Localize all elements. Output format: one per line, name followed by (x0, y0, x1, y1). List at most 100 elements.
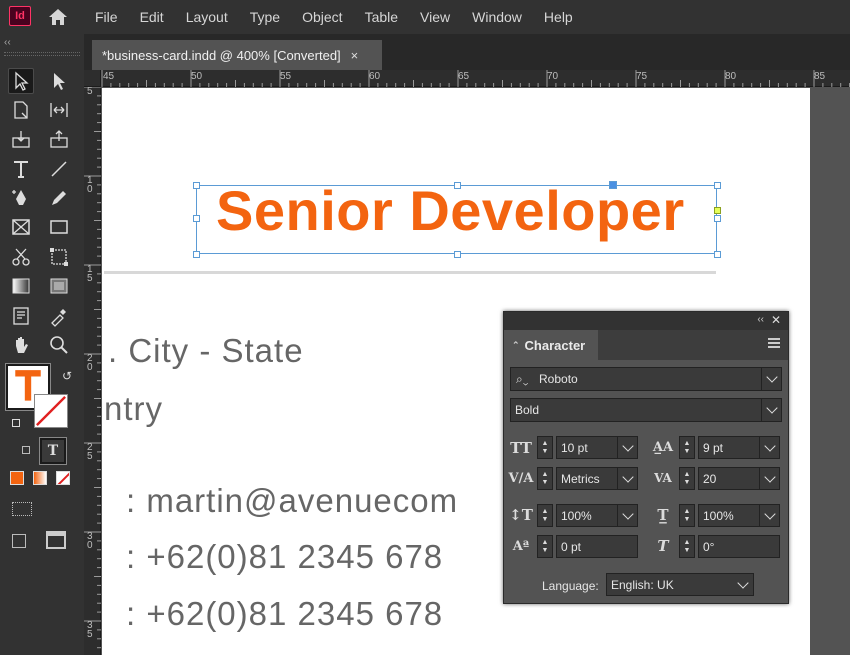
leading-stepper[interactable]: ▲ ▼ (679, 436, 695, 459)
note-tool-icon[interactable] (8, 303, 34, 329)
resize-handle[interactable] (193, 251, 200, 258)
horizontal-scale-field[interactable]: 100% (698, 504, 780, 527)
pencil-tool-icon[interactable] (46, 185, 72, 211)
chevron-down-icon[interactable] (759, 437, 779, 458)
scissors-tool-icon[interactable] (8, 244, 34, 270)
baseline-shift-stepper[interactable]: ▲ ▼ (537, 535, 553, 558)
menu-help[interactable]: Help (544, 9, 573, 25)
contact-email[interactable]: : martin@avenuecom (126, 482, 458, 520)
chevron-down-icon[interactable] (617, 505, 637, 526)
screen-mode-icon[interactable] (12, 534, 26, 548)
contact-phone-2[interactable]: : +62(0)81 2345 678 (126, 595, 443, 633)
default-fill-stroke-icon[interactable] (12, 419, 20, 427)
skew-field[interactable]: 0° (698, 535, 780, 558)
type-tool-icon[interactable] (8, 156, 34, 182)
collapse-icon[interactable]: ‹‹ (757, 314, 764, 325)
horizontal-scale-stepper[interactable]: ▲ ▼ (679, 504, 695, 527)
panel-menu-icon[interactable] (768, 338, 780, 348)
menu-object[interactable]: Object (302, 9, 342, 25)
tracking-stepper[interactable]: ▲ ▼ (679, 467, 695, 490)
vertical-scale-stepper[interactable]: ▲ ▼ (537, 504, 553, 527)
character-tab[interactable]: ⌃ Character (504, 330, 598, 360)
text-outport-icon[interactable] (714, 207, 721, 214)
direct-selection-tool-icon[interactable] (46, 68, 72, 94)
gradient-swatch-tool-icon[interactable] (8, 273, 34, 299)
resize-handle[interactable] (454, 182, 461, 189)
rectangle-tool-icon[interactable] (46, 214, 72, 240)
content-placer-icon[interactable] (46, 126, 72, 152)
panel-grip[interactable] (4, 52, 80, 56)
ruler-origin[interactable] (84, 70, 101, 87)
view-options-icon[interactable] (46, 531, 66, 549)
address-city-state[interactable]: . City - State (108, 332, 304, 370)
font-style-field[interactable]: Bold (510, 398, 782, 422)
chevron-down-icon[interactable] (617, 437, 637, 458)
normal-view-mode-icon[interactable] (12, 502, 32, 516)
chevron-down-icon[interactable] (733, 574, 753, 595)
collapse-panel-icon[interactable]: ‹‹ (4, 37, 11, 48)
free-transform-tool-icon[interactable] (46, 244, 72, 270)
formatting-container-icon[interactable] (22, 446, 30, 454)
menu-type[interactable]: Type (250, 9, 280, 25)
resize-handle[interactable] (193, 215, 200, 222)
leading-field[interactable]: 9 pt (698, 436, 780, 459)
formatting-text-icon[interactable]: T (39, 437, 67, 465)
character-panel-tabs: ⌃ Character (504, 330, 788, 360)
resize-handle[interactable] (714, 182, 721, 189)
close-tab-icon[interactable]: × (351, 48, 359, 63)
close-panel-icon[interactable]: ✕ (771, 313, 781, 327)
address-country[interactable]: ntry (104, 390, 163, 428)
frame-anchor-handle[interactable] (609, 181, 617, 189)
vertical-ruler[interactable]: 5 1 0 1 5 2 0 2 5 3 0 3 5 (84, 87, 101, 655)
apply-color-icon[interactable] (10, 471, 24, 485)
rectangle-frame-tool-icon[interactable] (8, 214, 34, 240)
resize-handle[interactable] (714, 215, 721, 222)
gap-tool-icon[interactable] (46, 97, 72, 123)
character-panel-header[interactable]: ‹‹ ✕ (504, 312, 788, 330)
contact-phone-1[interactable]: : +62(0)81 2345 678 (126, 538, 443, 576)
vertical-scale-field[interactable]: 100% (556, 504, 638, 527)
hand-tool-icon[interactable] (8, 332, 34, 358)
chevron-down-icon[interactable] (759, 505, 779, 526)
skew-stepper[interactable]: ▲ ▼ (679, 535, 695, 558)
font-size-icon: TT (510, 439, 532, 457)
selection-tool-icon[interactable] (8, 68, 34, 94)
stroke-proxy[interactable] (34, 394, 68, 428)
divider-line[interactable] (104, 271, 716, 274)
zoom-tool-icon[interactable] (46, 332, 72, 358)
resize-handle[interactable] (714, 251, 721, 258)
resize-handle[interactable] (193, 182, 200, 189)
baseline-shift-field[interactable]: 0 pt (556, 535, 638, 558)
page-tool-icon[interactable] (8, 97, 34, 123)
menu-layout[interactable]: Layout (186, 9, 228, 25)
font-family-field[interactable]: ⌕⌄ Roboto (510, 367, 782, 391)
kerning-stepper[interactable]: ▲ ▼ (537, 467, 553, 490)
chevron-down-icon[interactable] (617, 468, 637, 489)
kerning-field[interactable]: Metrics (556, 467, 638, 490)
horizontal-ruler[interactable]: 45 50 55 60 65 70 75 80 85 (101, 70, 850, 87)
resize-handle[interactable] (454, 251, 461, 258)
menu-table[interactable]: Table (365, 9, 398, 25)
menu-view[interactable]: View (420, 9, 450, 25)
content-collector-icon[interactable] (8, 126, 34, 152)
chevron-down-icon[interactable] (759, 468, 779, 489)
swap-fill-stroke-icon[interactable]: ↺ (62, 369, 72, 383)
apply-gradient-icon[interactable] (33, 471, 47, 485)
chevron-down-icon[interactable] (761, 399, 781, 421)
chevron-down-icon[interactable] (761, 368, 781, 390)
menu-edit[interactable]: Edit (140, 9, 164, 25)
line-tool-icon[interactable] (46, 156, 72, 182)
menu-file[interactable]: File (95, 9, 118, 25)
document-tab[interactable]: *business-card.indd @ 400% [Converted] × (92, 40, 382, 70)
pen-tool-icon[interactable] (8, 185, 34, 211)
language-select[interactable]: English: UK (606, 573, 754, 596)
home-icon[interactable] (47, 7, 69, 27)
font-size-stepper[interactable]: ▲ ▼ (537, 436, 553, 459)
gradient-feather-tool-icon[interactable] (46, 273, 72, 299)
selection-frame[interactable] (196, 185, 717, 254)
tracking-field[interactable]: 20 (698, 467, 780, 490)
eyedropper-tool-icon[interactable] (46, 303, 72, 329)
menu-window[interactable]: Window (472, 9, 522, 25)
font-size-field[interactable]: 10 pt (556, 436, 638, 459)
apply-none-icon[interactable] (56, 471, 70, 485)
